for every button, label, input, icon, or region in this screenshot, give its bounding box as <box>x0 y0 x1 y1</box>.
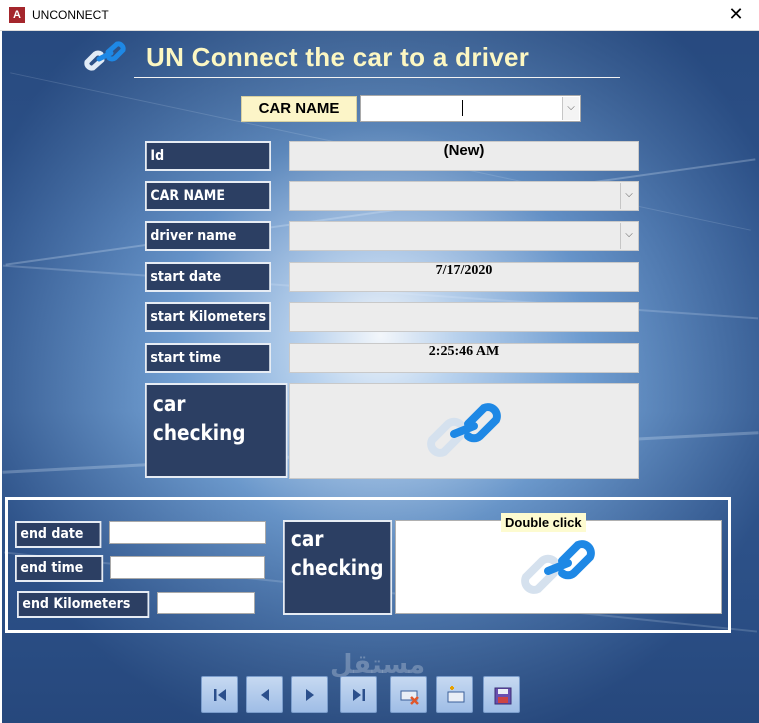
car-checking-start-image[interactable] <box>289 383 639 479</box>
car-checking-end-label-line2: checking <box>290 556 384 580</box>
close-window-button[interactable]: ✕ <box>713 0 759 31</box>
previous-record-button[interactable] <box>246 676 283 713</box>
search-car-name-combo[interactable]: ⌵ <box>360 95 581 122</box>
car-checking-start-label-line2: checking <box>152 421 246 445</box>
link-icon <box>521 540 595 594</box>
end-time-field[interactable] <box>110 556 265 579</box>
link-icon <box>427 403 501 457</box>
id-label: Id <box>145 141 271 171</box>
chevron-down-icon[interactable]: ⌵ <box>620 183 637 209</box>
delete-record-icon <box>400 690 419 705</box>
new-record-icon <box>447 686 465 703</box>
next-record-button[interactable] <box>291 676 328 713</box>
link-icon <box>84 41 126 71</box>
text-caret <box>462 100 463 116</box>
car-name-label: CAR NAME <box>145 181 271 211</box>
car-name-combo[interactable]: ⌵ <box>289 181 639 211</box>
next-record-icon <box>306 689 314 701</box>
end-km-field[interactable] <box>157 592 255 614</box>
driver-name-label: driver name <box>145 221 271 251</box>
access-app-icon: A <box>9 7 25 23</box>
search-car-name-label: CAR NAME <box>241 96 357 122</box>
car-checking-start-label: car checking <box>145 383 288 478</box>
save-record-button[interactable] <box>483 676 520 713</box>
car-checking-end-label: car checking <box>283 520 393 615</box>
previous-record-icon <box>261 689 269 701</box>
first-record-icon <box>214 689 226 701</box>
car-checking-end-label-line1: car <box>290 527 324 551</box>
end-time-label: end time <box>15 555 104 582</box>
form-title: UN Connect the car to a driver <box>146 42 530 72</box>
end-date-label: end date <box>15 521 102 548</box>
end-km-label: end Kilometers <box>17 591 150 618</box>
start-km-field[interactable] <box>289 302 639 332</box>
title-divider <box>134 77 620 78</box>
new-record-button[interactable] <box>436 676 473 713</box>
driver-name-combo[interactable]: ⌵ <box>289 221 639 251</box>
first-record-button[interactable] <box>201 676 238 713</box>
start-date-field[interactable]: 7/17/2020 <box>289 262 639 292</box>
start-time-field[interactable]: 2:25:46 AM <box>289 343 639 373</box>
save-record-icon <box>494 687 512 705</box>
last-record-icon <box>353 689 365 701</box>
start-time-label: start time <box>145 343 271 373</box>
start-km-label: start Kilometers <box>145 302 271 332</box>
window-title: UNCONNECT <box>32 8 109 22</box>
window-titlebar: A UNCONNECT ✕ <box>0 0 759 31</box>
car-checking-end-image[interactable] <box>395 520 722 614</box>
chevron-down-icon[interactable]: ⌵ <box>620 223 637 249</box>
last-record-button[interactable] <box>340 676 377 713</box>
chevron-down-icon[interactable]: ⌵ <box>562 97 579 120</box>
car-checking-start-label-line1: car <box>152 392 186 416</box>
start-date-label: start date <box>145 262 271 292</box>
delete-record-button[interactable] <box>390 676 427 713</box>
id-field[interactable]: (New) <box>289 141 639 171</box>
end-date-field[interactable] <box>109 521 266 544</box>
double-click-hint: Double click <box>501 513 586 532</box>
